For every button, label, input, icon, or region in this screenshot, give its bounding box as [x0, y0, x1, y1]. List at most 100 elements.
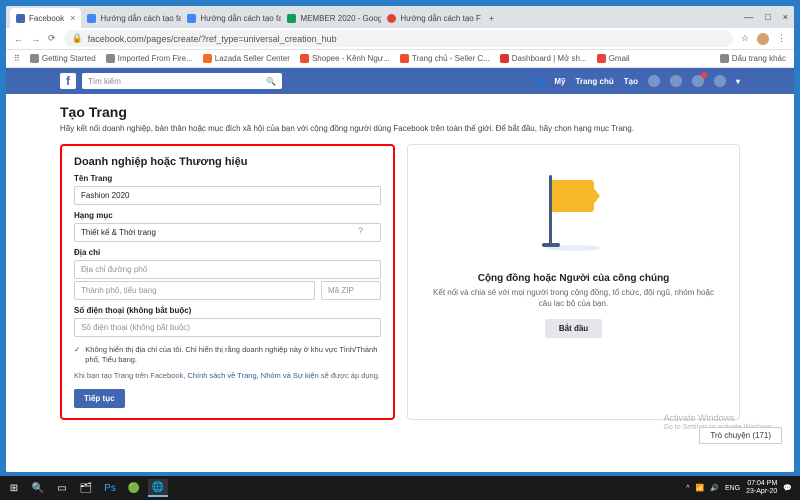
checkbox-label: Không hiển thị địa chỉ của tôi. Chỉ hiển… [85, 345, 381, 365]
network-icon[interactable]: 📶 [696, 484, 705, 492]
nav-home[interactable]: Trang chủ [576, 77, 614, 86]
city-input[interactable] [74, 281, 315, 300]
bookmark-icon [30, 54, 39, 63]
browser-tab[interactable]: MEMBER 2020 - Google Trang × [281, 8, 381, 28]
lock-icon: 🔒 [72, 33, 83, 44]
favicon-icon [387, 14, 396, 23]
tab-label: Hướng dẫn cách tạo fanpage [100, 14, 181, 23]
content-area: Tạo Trang Hãy kết nối doanh nghiệp, bản … [6, 94, 794, 472]
app-icon[interactable]: 🟢 [124, 479, 144, 497]
notifications-icon[interactable]: 💬 [783, 484, 792, 492]
close-icon[interactable]: × [70, 13, 75, 23]
folder-icon [720, 54, 729, 63]
close-icon[interactable]: × [783, 12, 788, 22]
tray-chevron-icon[interactable]: ^ [686, 485, 689, 492]
url-input[interactable]: 🔒 facebook.com/pages/create/?ref_type=un… [64, 30, 733, 47]
fine-print: Khi bạn tạo Trang trên Facebook, Chính s… [74, 371, 381, 381]
start-button[interactable]: Bắt đầu [545, 319, 602, 338]
chevron-down-icon[interactable]: ▾ [736, 77, 740, 86]
browser-tab[interactable]: Hướng dẫn cách tạo fanpage × [81, 8, 181, 28]
bookmark-overflow[interactable]: Dấu trang khác [720, 54, 786, 63]
flag-illustration [420, 155, 727, 265]
browser-tab[interactable]: Hướng dẫn cách tạo fanpage × [181, 8, 281, 28]
friends-icon[interactable] [648, 75, 660, 87]
photoshop-icon[interactable]: Ps [100, 479, 120, 497]
nav-create[interactable]: Tạo [624, 77, 638, 86]
search-placeholder: Tìm kiếm [88, 77, 121, 86]
browser-tab[interactable]: Hướng dẫn cách tạo Fanpage × [381, 8, 481, 28]
back-icon[interactable]: ← [14, 34, 23, 44]
category-input[interactable] [74, 223, 381, 242]
search-icon[interactable]: 🔍 [28, 479, 48, 497]
tab-label: Facebook [29, 14, 64, 23]
maximize-icon[interactable]: □ [765, 12, 770, 22]
bookmark-item[interactable]: Shopee - Kênh Ngư... [300, 54, 390, 63]
bookmark-icon [597, 54, 606, 63]
forward-icon[interactable]: → [31, 34, 40, 44]
tab-label: Hướng dẫn cách tạo fanpage [200, 14, 281, 23]
star-icon[interactable]: ☆ [741, 33, 749, 44]
business-card: Doanh nghiệp hoặc Thương hiệu Tên Trang … [60, 144, 395, 419]
file-explorer-icon[interactable]: 🗂 [76, 479, 96, 497]
chrome-icon[interactable]: 🌐 [148, 479, 168, 497]
page-name-input[interactable] [74, 186, 381, 205]
volume-icon[interactable]: 🔊 [710, 484, 719, 492]
task-view-icon[interactable]: ▭ [52, 479, 72, 497]
start-button[interactable]: ⊞ [4, 479, 24, 497]
checkbox[interactable]: ✓ [74, 345, 80, 365]
bookmark-icon [106, 54, 115, 63]
help-icon[interactable] [714, 75, 726, 87]
chat-widget[interactable]: Trò chuyện (171) [699, 427, 782, 444]
phone-input[interactable] [74, 318, 381, 337]
page-title: Tạo Trang [60, 104, 740, 120]
help-icon[interactable]: ? [358, 226, 363, 236]
address-label: Địa chỉ [74, 248, 381, 257]
menu-icon[interactable]: ⋮ [777, 33, 786, 44]
tab-label: Hướng dẫn cách tạo Fanpage [400, 14, 481, 23]
bookmarks-bar: ⠿ Getting Started Imported From Fire... … [6, 50, 794, 68]
search-input[interactable]: Tìm kiếm 🔍 [82, 73, 282, 89]
notifications-icon[interactable] [692, 75, 704, 87]
bookmark-icon [500, 54, 509, 63]
community-card: Cộng đồng hoặc Người của công chúng Kết … [407, 144, 740, 419]
system-tray: ^ 📶 🔊 ENG 07:04 PM 23-Apr-20 💬 [686, 480, 796, 495]
profile-avatar[interactable] [757, 33, 769, 45]
language-indicator[interactable]: ENG [725, 485, 740, 492]
user-avatar[interactable]: 👤 [534, 77, 544, 86]
bookmark-item[interactable]: Gmail [597, 54, 630, 63]
favicon-icon [87, 14, 96, 23]
reload-icon[interactable]: ⟳ [48, 33, 56, 44]
bookmark-item[interactable]: Dashboard | Mở sh... [500, 54, 587, 63]
facebook-header: f Tìm kiếm 🔍 👤 Mỹ Trang chủ Tạo ▾ [6, 68, 794, 94]
bookmark-icon [400, 54, 409, 63]
policy-link[interactable]: Chính sách về Trang, Nhóm và Sự kiện [187, 371, 318, 380]
apps-icon[interactable]: ⠿ [14, 54, 20, 63]
facebook-logo[interactable]: f [60, 73, 76, 89]
nav-user[interactable]: Mỹ [554, 77, 565, 86]
new-tab-button[interactable]: + [481, 8, 501, 28]
zip-input[interactable] [321, 281, 381, 300]
url-bar: ← → ⟳ 🔒 facebook.com/pages/create/?ref_t… [6, 28, 794, 50]
bookmark-item[interactable]: Lazada Seller Center [203, 54, 290, 63]
clock[interactable]: 07:04 PM 23-Apr-20 [746, 480, 777, 495]
bookmark-icon [203, 54, 212, 63]
bookmark-item[interactable]: Trang chủ - Seller C... [400, 54, 490, 63]
bookmark-icon [300, 54, 309, 63]
tab-label: MEMBER 2020 - Google Trang [300, 14, 381, 23]
card-subtitle: Kết nối và chia sẻ với mọi người trong c… [420, 288, 727, 309]
tab-strip: Facebook × Hướng dẫn cách tạo fanpage × … [6, 6, 794, 28]
street-input[interactable] [74, 260, 381, 279]
card-title: Cộng đồng hoặc Người của công chúng [420, 273, 727, 284]
browser-tab[interactable]: Facebook × [10, 8, 81, 28]
name-label: Tên Trang [74, 174, 381, 183]
messages-icon[interactable] [670, 75, 682, 87]
bookmark-item[interactable]: Getting Started [30, 54, 96, 63]
taskbar: ⊞ 🔍 ▭ 🗂 Ps 🟢 🌐 ^ 📶 🔊 ENG 07:04 PM 23-Apr… [0, 476, 800, 500]
window-controls: — □ × [744, 12, 788, 22]
page-subtitle: Hãy kết nối doanh nghiệp, bản thân hoặc … [60, 124, 740, 134]
bookmark-item[interactable]: Imported From Fire... [106, 54, 193, 63]
continue-button[interactable]: Tiếp tục [74, 389, 125, 408]
category-label: Hạng mục [74, 211, 381, 220]
search-icon: 🔍 [266, 77, 276, 86]
minimize-icon[interactable]: — [744, 12, 753, 22]
